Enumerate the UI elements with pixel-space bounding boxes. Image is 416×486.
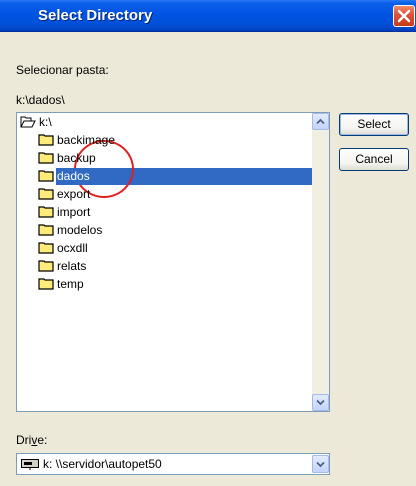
vertical-scrollbar[interactable] [312,113,329,411]
folder-icon [38,206,54,218]
drive-label-suffix: e: [37,433,48,447]
scroll-down-button[interactable] [312,394,329,411]
drive-dropdown-button[interactable] [312,455,329,473]
folder-icon [38,134,54,146]
tree-item-label: backimage [57,133,116,147]
chevron-up-icon [316,118,325,125]
folder-icon [38,278,54,290]
select-directory-dialog: Select Directory Selecionar pasta: k:\da… [0,0,416,486]
tree-item-label: ocxdll [57,241,88,255]
tree-item-label: import [57,205,91,219]
folder-icon [38,260,54,272]
folder-icon [38,188,54,200]
cancel-button[interactable]: Cancel [339,148,409,171]
tree-item-label: relats [57,259,87,273]
tree-item-label: dados [56,168,91,185]
scroll-up-button[interactable] [312,113,329,130]
folder-icon [38,224,54,236]
drive-value: k: \\servidor\autopet50 [43,457,162,471]
tree-item-label: export [57,187,91,201]
title-bar[interactable]: Select Directory [0,0,416,32]
select-folder-label: Selecionar pasta: [16,63,109,77]
chevron-down-icon [316,461,325,468]
network-drive-icon [21,459,39,470]
folder-tree[interactable]: k:\ backimage backup dados export import… [16,112,330,412]
tree-item-label: temp [57,277,84,291]
drive-dropdown[interactable]: k: \\servidor\autopet50 [16,453,330,475]
folder-icon [38,152,54,164]
window-title: Select Directory [38,7,153,24]
folder-icon [38,242,54,254]
tree-root-label: k:\ [39,115,52,129]
folder-icon [38,170,54,182]
close-button[interactable] [393,5,415,27]
drive-label-prefix: Dri [16,433,32,447]
chevron-down-icon [316,399,325,406]
tree-item-label: modelos [57,223,103,237]
tree-item-label: backup [57,151,96,165]
current-path-label: k:\dados\ [16,93,65,107]
select-button[interactable]: Select [339,113,409,136]
close-icon [397,9,411,23]
open-folder-icon [20,116,36,128]
drive-label: Drive: [16,433,47,447]
